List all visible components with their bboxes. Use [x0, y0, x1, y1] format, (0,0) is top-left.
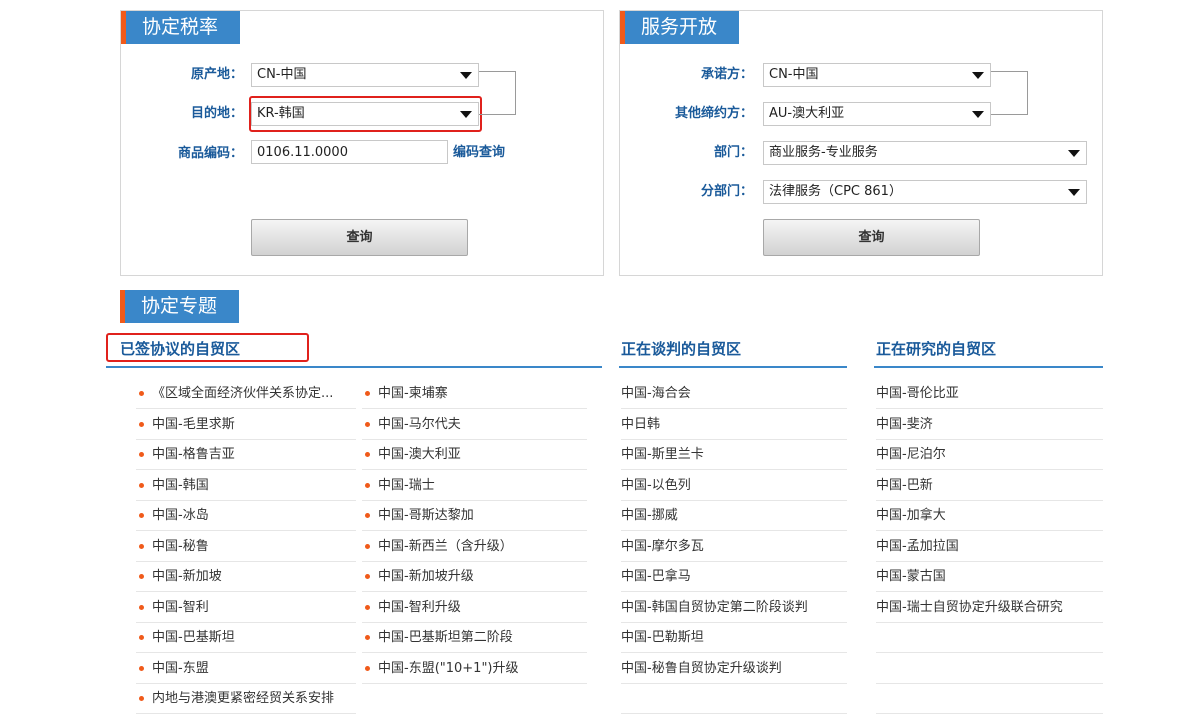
- fta-list-item[interactable]: 中国-秘鲁: [136, 532, 356, 562]
- topics-title: 协定专题: [120, 290, 240, 323]
- fta-list-item[interactable]: 中国-巴基斯坦: [136, 623, 356, 653]
- fta-list-item[interactable]: 中国-秘鲁自贸协定升级谈判: [621, 654, 847, 684]
- chevron-down-icon: [1068, 150, 1080, 157]
- fta-list-item[interactable]: 中国-智利升级: [362, 593, 587, 623]
- empty-list-row: [621, 684, 847, 714]
- chevron-down-icon: [460, 72, 472, 79]
- fta-list-item[interactable]: 中国-摩尔多瓦: [621, 532, 847, 562]
- fta-list-item[interactable]: 中国-新西兰（含升级）: [362, 532, 587, 562]
- signed-heading-highlight-box: [106, 333, 309, 362]
- fta-list-item[interactable]: 中国-瑞士: [362, 471, 587, 501]
- fta-list-item[interactable]: 中国-加拿大: [876, 501, 1103, 531]
- empty-list-row: [876, 623, 1103, 653]
- fta-list-item[interactable]: 中国-新加坡升级: [362, 562, 587, 592]
- fta-list-item[interactable]: 中国-海合会: [621, 379, 847, 409]
- fta-list-item[interactable]: 中国-蒙古国: [876, 562, 1103, 592]
- fta-list-item[interactable]: 中国-冰岛: [136, 501, 356, 531]
- fta-list-item[interactable]: 中国-东盟("10+1")升级: [362, 654, 587, 684]
- fta-list-item[interactable]: 中国-毛里求斯: [136, 410, 356, 440]
- subsector-label: 分部门：: [700, 184, 753, 199]
- fta-list-item[interactable]: 中国-斐济: [876, 410, 1103, 440]
- service-query-button[interactable]: 查询: [763, 219, 980, 256]
- fta-list-item[interactable]: 中国-孟加拉国: [876, 532, 1103, 562]
- fta-list-item[interactable]: 中国-哥伦比亚: [876, 379, 1103, 409]
- fta-list-item[interactable]: 中国-斯里兰卡: [621, 440, 847, 470]
- fta-list-item[interactable]: 中国-澳大利亚: [362, 440, 587, 470]
- agreement-tariff-title: 协定税率: [121, 11, 241, 44]
- empty-list-row: [876, 684, 1103, 714]
- fta-list-item[interactable]: 中国-瑞士自贸协定升级联合研究: [876, 593, 1103, 623]
- sector-select-value: 商业服务-专业服务: [769, 145, 878, 160]
- chevron-down-icon: [1068, 189, 1080, 196]
- chevron-down-icon: [972, 72, 984, 79]
- empty-list-row: [876, 654, 1103, 684]
- fta-list-item[interactable]: 中日韩: [621, 410, 847, 440]
- agreement-tariff-panel: 协定税率 原产地： CN-中国 目的地： KR-韩国 商品编码： 编码查询 查询: [120, 10, 604, 276]
- fta-list-item[interactable]: 中国-巴勒斯坦: [621, 623, 847, 653]
- fta-list-item[interactable]: 中国-新加坡: [136, 562, 356, 592]
- fta-list-item[interactable]: 中国-柬埔寨: [362, 379, 587, 409]
- fta-list-item[interactable]: 中国-智利: [136, 593, 356, 623]
- signed-heading-rule: [106, 366, 602, 368]
- service-opening-title: 服务开放: [620, 11, 740, 44]
- fta-list-item[interactable]: 中国-以色列: [621, 471, 847, 501]
- researching-heading-rule: [874, 366, 1103, 368]
- negotiating-fta-heading[interactable]: 正在谈判的自贸区: [621, 339, 741, 359]
- committer-select[interactable]: CN-中国: [763, 63, 991, 87]
- service-opening-panel: 服务开放 承诺方： CN-中国 其他缔约方： AU-澳大利亚 部门： 商业服务-…: [619, 10, 1103, 276]
- fta-list-item[interactable]: 中国-挪威: [621, 501, 847, 531]
- researching-fta-heading[interactable]: 正在研究的自贸区: [876, 339, 996, 359]
- fta-list-item[interactable]: 中国-尼泊尔: [876, 440, 1103, 470]
- fta-list-item[interactable]: 中国-哥斯达黎加: [362, 501, 587, 531]
- committer-select-value: CN-中国: [769, 67, 819, 82]
- origin-label: 原产地：: [190, 67, 243, 82]
- destination-highlight-box: [249, 96, 482, 132]
- other-party-label: 其他缔约方：: [674, 106, 753, 121]
- fta-list-item[interactable]: 中国-东盟: [136, 654, 356, 684]
- fta-list-item[interactable]: 内地与港澳更紧密经贸关系安排: [136, 684, 356, 714]
- subsector-select[interactable]: 法律服务（CPC 861）: [763, 180, 1087, 204]
- other-party-select[interactable]: AU-澳大利亚: [763, 102, 991, 126]
- destination-label: 目的地：: [190, 106, 243, 121]
- tariff-query-button[interactable]: 查询: [251, 219, 468, 256]
- fta-list-item[interactable]: 中国-巴拿马: [621, 562, 847, 592]
- fta-list-item[interactable]: 中国-巴新: [876, 471, 1103, 501]
- origin-select[interactable]: CN-中国: [251, 63, 479, 87]
- chevron-down-icon: [972, 111, 984, 118]
- sector-label: 部门：: [713, 145, 753, 160]
- fta-list-item[interactable]: 中国-巴基斯坦第二阶段: [362, 623, 587, 653]
- subsector-select-value: 法律服务（CPC 861）: [769, 184, 902, 199]
- origin-destination-link-bracket: [479, 71, 516, 115]
- hs-code-label: 商品编码：: [177, 146, 243, 161]
- committer-label: 承诺方：: [700, 67, 753, 82]
- committer-party-link-bracket: [991, 71, 1028, 115]
- sector-select[interactable]: 商业服务-专业服务: [763, 141, 1087, 165]
- hs-code-input[interactable]: [251, 140, 448, 164]
- hs-code-lookup-link[interactable]: 编码查询: [453, 141, 505, 165]
- fta-list-item[interactable]: 中国-马尔代夫: [362, 410, 587, 440]
- other-party-select-value: AU-澳大利亚: [769, 106, 845, 121]
- fta-list-item[interactable]: 中国-韩国: [136, 471, 356, 501]
- origin-select-value: CN-中国: [257, 67, 307, 82]
- fta-list-item[interactable]: 《区域全面经济伙伴关系协定...: [136, 379, 356, 409]
- fta-list-item[interactable]: 中国-韩国自贸协定第二阶段谈判: [621, 593, 847, 623]
- fta-list-item[interactable]: 中国-格鲁吉亚: [136, 440, 356, 470]
- negotiating-heading-rule: [619, 366, 847, 368]
